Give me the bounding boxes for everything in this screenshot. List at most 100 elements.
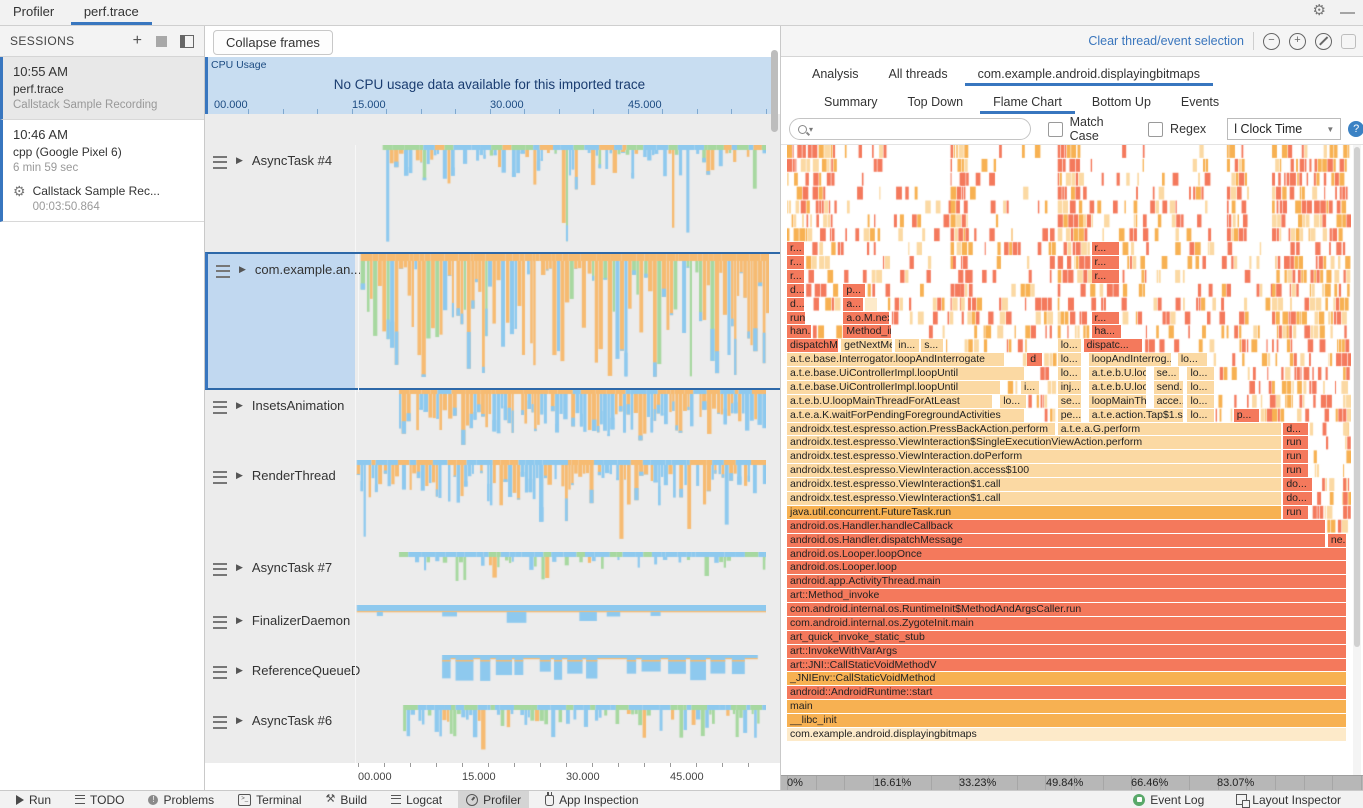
flame-frame[interactable]: android.os.Looper.loop [787, 561, 1347, 574]
search-history-caret-icon[interactable]: ▾ [809, 125, 813, 134]
subtab-top-down[interactable]: Top Down [894, 90, 976, 114]
flame-frame[interactable] [865, 298, 878, 311]
flame-frame[interactable]: r... [787, 242, 805, 255]
flame-frame[interactable]: androidx.test.espresso.ViewInteraction$1… [787, 478, 1282, 491]
flame-frame[interactable]: dispatc... [1084, 339, 1144, 352]
flame-frame[interactable]: r... [1092, 270, 1120, 283]
tab-all-threads[interactable]: All threads [876, 62, 961, 86]
search-input[interactable] [815, 121, 1030, 137]
statusbar-item-event-log[interactable]: Event Log [1125, 791, 1212, 808]
flame-frame[interactable]: androidx.test.espresso.action.PressBackA… [787, 423, 1056, 436]
flame-frame[interactable]: androidx.test.espresso.ViewInteraction$1… [787, 492, 1282, 505]
flame-frame[interactable]: ha... [1092, 325, 1122, 338]
flame-frame[interactable]: a.t.e.action.Tap$1.sendTap [1089, 409, 1184, 422]
drag-handle-icon[interactable] [213, 156, 227, 169]
drag-handle-icon[interactable] [213, 563, 227, 576]
session-recording-item[interactable]: ⚙ Callstack Sample Rec... 00:03:50.864 [13, 184, 194, 213]
flame-frame[interactable]: java.util.concurrent.FutureTask.run [787, 506, 1282, 519]
flame-frame[interactable]: a.t.e.base.Interrogator.loopAndInterroga… [787, 353, 1005, 366]
session-item[interactable]: 10:46 AM cpp (Google Pixel 6) 6 min 59 s… [0, 120, 204, 222]
flame-frame[interactable]: send... [1154, 381, 1184, 394]
flame-frame[interactable]: r... [1092, 256, 1120, 269]
flame-frame[interactable]: a.t.e.b.U.loopMainThreadForAtLeast [787, 395, 993, 408]
flame-frame[interactable]: acce... [1154, 395, 1184, 408]
flame-frame[interactable]: androidx.test.espresso.ViewInteraction.a… [787, 464, 1282, 477]
flame-frame[interactable]: android.os.Handler.handleCallback [787, 520, 1326, 533]
flame-frame[interactable]: lo... [1187, 381, 1214, 394]
statusbar-item-logcat[interactable]: Logcat [383, 791, 450, 808]
flame-frame[interactable]: android.os.Handler.dispatchMessage [787, 534, 1326, 547]
thread-row[interactable]: ▶com.example.an... [205, 252, 780, 390]
expand-arrow-icon[interactable]: ▶ [236, 715, 243, 726]
flame-frame[interactable]: a.t.e.a.K.waitForPendingForegroundActivi… [787, 409, 1025, 422]
zoom-to-selection-icon[interactable] [1341, 34, 1356, 49]
flame-frame[interactable]: __libc_init [787, 714, 1347, 727]
flame-frame[interactable]: run [1283, 506, 1308, 519]
subtab-bottom-up[interactable]: Bottom Up [1079, 90, 1164, 114]
clock-type-dropdown[interactable]: l Clock Time ▼ [1227, 118, 1341, 140]
flame-frame[interactable]: a.t.e.base.UiControllerImpl.loopUntil [787, 381, 1001, 394]
statusbar-item-run[interactable]: Run [8, 791, 59, 808]
collapse-frames-button[interactable]: Collapse frames [213, 30, 333, 55]
flame-frame[interactable]: art::InvokeWithVarArgs [787, 645, 1347, 658]
thread-activity-chart[interactable] [355, 390, 766, 460]
expand-arrow-icon[interactable]: ▶ [236, 400, 243, 411]
flame-frame[interactable]: lo... [1178, 353, 1208, 366]
flame-frame[interactable]: lo... [1000, 395, 1027, 408]
thread-row[interactable]: ▶ReferenceQueueD [205, 655, 780, 705]
expand-arrow-icon[interactable]: ▶ [239, 264, 246, 275]
flame-frame[interactable]: p... [843, 284, 866, 297]
flame-frame[interactable]: run [1283, 436, 1308, 449]
drag-handle-icon[interactable] [213, 616, 227, 629]
flame-frame[interactable]: art::Method_invoke [787, 589, 1347, 602]
thread-activity-chart[interactable] [355, 145, 766, 252]
add-session-icon[interactable]: + [133, 34, 142, 48]
flame-frame[interactable]: pe... [1058, 409, 1082, 422]
statusbar-item-layout-inspector[interactable]: Layout Inspector [1228, 791, 1349, 808]
thread-row[interactable]: ▶AsyncTask #6 [205, 705, 780, 763]
flame-frame[interactable]: a.t.e.a.G.perform [1058, 423, 1282, 436]
flame-frame[interactable]: lo... [1187, 367, 1214, 380]
flame-frame[interactable]: lo... [1058, 339, 1082, 352]
flame-frame[interactable]: android.os.Looper.loopOnce [787, 548, 1347, 561]
tab-profiler[interactable]: Profiler [0, 0, 67, 25]
collapse-panel-icon[interactable] [180, 35, 194, 48]
flame-frame[interactable]: art_quick_invoke_static_stub [787, 631, 1347, 644]
help-icon[interactable]: ? [1348, 121, 1363, 137]
match-case-label[interactable]: Match Case [1070, 115, 1135, 143]
flame-frame[interactable]: android::AndroidRuntime::start [787, 686, 1347, 699]
flame-frame[interactable]: lo... [1058, 367, 1082, 380]
statusbar-item-app-inspection[interactable]: App Inspection [537, 791, 646, 808]
expand-arrow-icon[interactable]: ▶ [236, 562, 243, 573]
thread-activity-chart[interactable] [355, 705, 766, 763]
drag-handle-icon[interactable] [216, 265, 230, 278]
thread-row[interactable]: ▶InsetsAnimation [205, 390, 780, 460]
flame-frame[interactable]: do... [1283, 478, 1313, 491]
flame-frame[interactable]: i... [1021, 381, 1040, 394]
search-box[interactable]: ▾ [789, 118, 1031, 140]
flame-frame[interactable]: main [787, 700, 1347, 713]
stop-icon[interactable] [156, 36, 167, 47]
zoom-in-icon[interactable]: + [1289, 33, 1306, 50]
flame-frame[interactable]: Method_in... [843, 325, 892, 338]
expand-arrow-icon[interactable]: ▶ [236, 470, 243, 481]
flame-frame[interactable]: d... [1283, 423, 1308, 436]
flame-frame[interactable]: d... [787, 284, 805, 297]
flame-frame[interactable]: run [1283, 464, 1308, 477]
flame-frame[interactable]: androidx.test.espresso.ViewInteraction$S… [787, 436, 1282, 449]
flame-frame[interactable]: run [787, 312, 806, 325]
thread-activity-chart[interactable] [355, 605, 766, 655]
flame-frame[interactable]: r... [787, 256, 805, 269]
thread-row[interactable]: ▶AsyncTask #7 [205, 552, 780, 605]
flame-frame[interactable]: r... [1092, 242, 1120, 255]
tab-process[interactable]: com.example.android.displayingbitmaps [965, 62, 1213, 86]
thread-row[interactable]: ▶AsyncTask #4 [205, 145, 780, 252]
thread-row[interactable]: ▶RenderThread [205, 460, 780, 552]
reset-zoom-icon[interactable] [1315, 33, 1332, 50]
flame-frame[interactable]: p... [1234, 409, 1260, 422]
regex-checkbox[interactable] [1148, 122, 1163, 137]
statusbar-item-terminal[interactable]: >_Terminal [230, 791, 309, 808]
cpu-usage-banner[interactable]: CPU Usage No CPU usage data available fo… [205, 57, 774, 116]
subtab-events[interactable]: Events [1168, 90, 1232, 114]
flame-frame[interactable]: ne... [1328, 534, 1347, 547]
